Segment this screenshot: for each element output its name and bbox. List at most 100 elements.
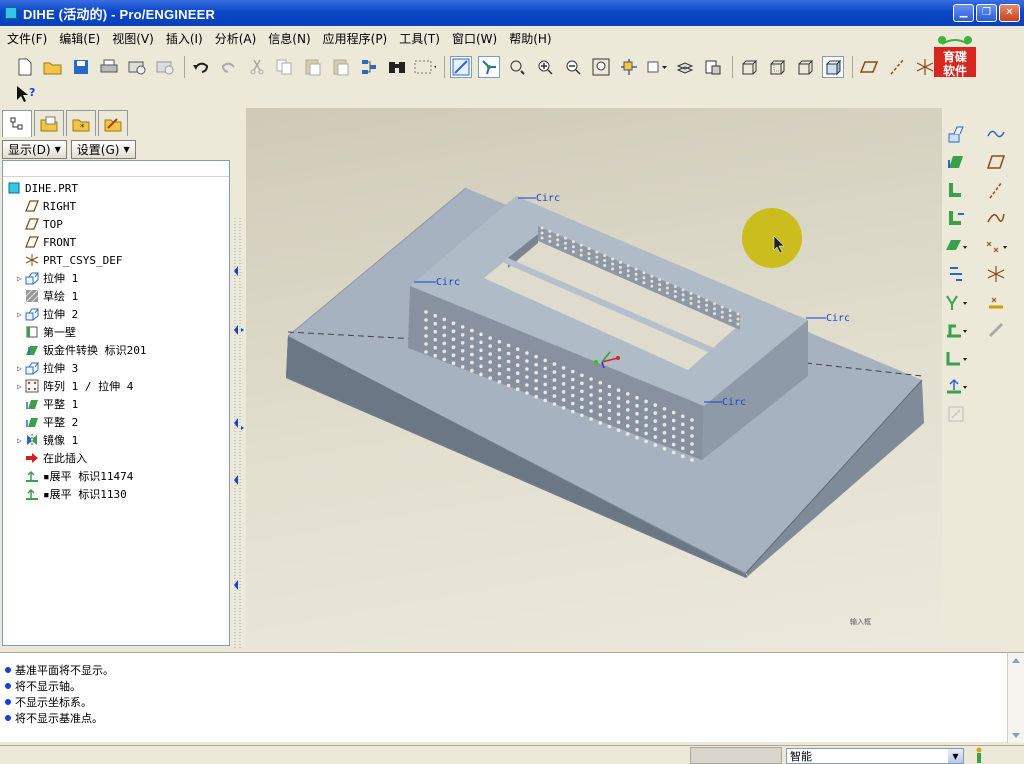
expand-icon[interactable]: ▷ <box>17 382 22 391</box>
email-icon[interactable] <box>126 56 148 78</box>
tab-model-tree[interactable] <box>2 110 32 137</box>
punch-icon[interactable] <box>944 290 968 314</box>
expand-icon[interactable]: ▷ <box>17 310 22 319</box>
menu-view[interactable]: 视图(V) <box>109 30 157 47</box>
panel-splitter[interactable] <box>232 108 246 648</box>
open-folder-icon[interactable] <box>42 56 64 78</box>
tree-item[interactable]: RIGHT <box>7 197 76 215</box>
show-dropdown[interactable]: 显示(D) ▼ <box>2 139 67 159</box>
corner-relief-icon[interactable] <box>944 346 968 370</box>
context-help-icon[interactable]: ? <box>14 84 36 106</box>
menu-insert[interactable]: 插入(I) <box>163 30 206 47</box>
spin-center-icon[interactable] <box>478 56 500 78</box>
tab-connections[interactable] <box>98 110 128 136</box>
redo-icon[interactable] <box>218 56 240 78</box>
conversion-icon[interactable] <box>944 402 968 426</box>
print-icon[interactable] <box>98 56 120 78</box>
zoom-out-icon[interactable] <box>562 56 584 78</box>
minimize-button[interactable]: ▁ <box>953 4 974 22</box>
datum-axis-icon[interactable] <box>984 178 1008 202</box>
tree-item[interactable]: 草绘 1 <box>7 287 78 305</box>
menu-file[interactable]: 文件(F) <box>4 30 50 47</box>
tree-item[interactable]: ▷ 阵列 1 / 拉伸 4 <box>7 377 133 395</box>
no-hidden-icon[interactable] <box>794 56 816 78</box>
graphics-window[interactable]: Circ Circ Circ Circ 输入框 <box>246 108 942 648</box>
bend-back-icon[interactable] <box>944 262 968 286</box>
menu-window[interactable]: 窗口(W) <box>449 30 500 47</box>
csys-icon[interactable] <box>984 262 1008 286</box>
settings-dropdown[interactable]: 设置(G) ▼ <box>70 139 136 159</box>
zoom-in-icon[interactable] <box>534 56 556 78</box>
tree-item[interactable]: 钣金件转换 标识201 <box>7 341 147 359</box>
restore-button[interactable]: ❐ <box>976 4 997 22</box>
datum-point-icon[interactable] <box>984 234 1008 258</box>
tree-item[interactable]: ▪展平 标识1130 <box>7 485 127 503</box>
tree-root[interactable]: DIHE.PRT <box>7 179 78 197</box>
tab-folder-browser[interactable] <box>34 110 64 136</box>
paste-special-icon[interactable] <box>330 56 352 78</box>
tree-item[interactable]: ▪展平 标识11474 <box>7 467 133 485</box>
flat-wall-icon[interactable] <box>944 150 968 174</box>
regenerate-icon[interactable] <box>358 56 380 78</box>
expand-icon[interactable]: ▷ <box>17 436 22 445</box>
menu-tools[interactable]: 工具(T) <box>396 30 443 47</box>
extend-wall-icon[interactable] <box>944 206 968 230</box>
copy-icon[interactable] <box>274 56 296 78</box>
cut-icon[interactable] <box>246 56 268 78</box>
datum-axes-toggle-icon[interactable] <box>886 56 908 78</box>
wireframe-icon[interactable] <box>738 56 760 78</box>
datum-planes-toggle-icon[interactable] <box>858 56 880 78</box>
menu-applications[interactable]: 应用程序(P) <box>320 30 391 47</box>
layers-icon[interactable] <box>674 56 696 78</box>
tree-item[interactable]: FRONT <box>7 233 76 251</box>
undo-icon[interactable] <box>190 56 212 78</box>
new-file-icon[interactable] <box>14 56 36 78</box>
hole-icon[interactable] <box>944 122 968 146</box>
select-box-icon[interactable] <box>414 56 436 78</box>
refit-icon[interactable] <box>590 56 612 78</box>
shading-icon[interactable] <box>822 56 844 78</box>
save-icon[interactable] <box>70 56 92 78</box>
email-link-icon[interactable] <box>154 56 176 78</box>
expand-icon[interactable]: ▷ <box>17 274 22 283</box>
menu-help[interactable]: 帮助(H) <box>506 30 554 47</box>
menu-edit[interactable]: 编辑(E) <box>56 30 103 47</box>
model-tree[interactable]: DIHE.PRT RIGHT TOP FRONT PRT_CSYS_DEF ▷ 拉伸 1 草… <box>2 160 230 646</box>
flatten-icon[interactable] <box>944 374 968 398</box>
menu-info[interactable]: 信息(N) <box>265 30 313 47</box>
tree-item[interactable]: 在此插入 <box>7 449 87 467</box>
find-icon[interactable] <box>386 56 408 78</box>
tree-item[interactable]: 平整 2 <box>7 413 78 431</box>
selection-filter[interactable]: 智能 ▼ <box>786 748 964 764</box>
hidden-line-icon[interactable] <box>766 56 788 78</box>
view-manager-icon[interactable] <box>702 56 724 78</box>
tab-favorites[interactable]: * <box>66 110 96 136</box>
datum-csys-toggle-icon[interactable] <box>914 56 936 78</box>
datum-plane-icon[interactable] <box>984 150 1008 174</box>
analysis-icon[interactable] <box>984 290 1008 314</box>
reorient-icon[interactable] <box>618 56 640 78</box>
tree-item[interactable]: ▷ 拉伸 2 <box>7 305 78 323</box>
sketch-datum-icon[interactable] <box>984 122 1008 146</box>
datum-curve-icon[interactable] <box>984 206 1008 230</box>
orient-mode-icon[interactable] <box>450 56 472 78</box>
unbend-icon[interactable] <box>944 234 968 258</box>
tree-item[interactable]: PRT_CSYS_DEF <box>7 251 122 269</box>
perforation-hole <box>644 431 648 436</box>
form-icon[interactable] <box>944 318 968 342</box>
tree-item[interactable]: ▷ 拉伸 3 <box>7 359 78 377</box>
tree-item[interactable]: ▷ 拉伸 1 <box>7 269 78 287</box>
message-scrollbar[interactable] <box>1007 653 1024 743</box>
expand-icon[interactable]: ▷ <box>17 364 22 373</box>
tree-item[interactable]: ▷ 镜像 1 <box>7 431 78 449</box>
tree-item[interactable]: 第一壁 <box>7 323 76 341</box>
tree-item[interactable]: 平整 1 <box>7 395 78 413</box>
menu-analysis[interactable]: 分析(A) <box>212 30 260 47</box>
link-icon[interactable] <box>984 318 1008 342</box>
saved-views-icon[interactable] <box>646 56 668 78</box>
paste-icon[interactable] <box>302 56 324 78</box>
close-button[interactable]: ✕ <box>999 4 1020 22</box>
tree-item[interactable]: TOP <box>7 215 63 233</box>
flange-icon[interactable] <box>944 178 968 202</box>
repaint-icon[interactable] <box>506 56 528 78</box>
